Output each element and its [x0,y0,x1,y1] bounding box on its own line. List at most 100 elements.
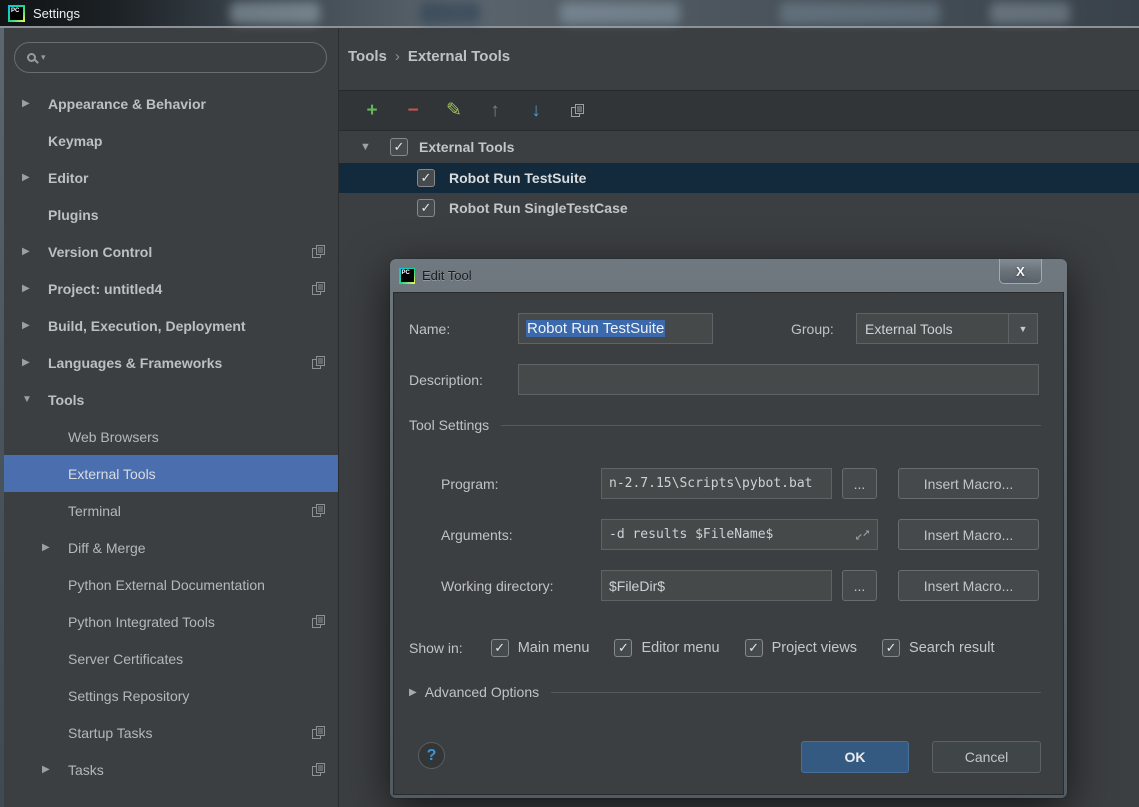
main-menu-checkbox[interactable]: ✓ [491,639,509,657]
sidebar-item-python-integrated-tools[interactable]: Python Integrated Tools [4,603,338,640]
sidebar-item-label: Web Browsers [68,429,159,445]
shared-settings-icon [311,355,326,370]
sidebar-item-build-execution-deployment[interactable]: ▶Build, Execution, Deployment [4,307,338,344]
aero-glass-blob [230,2,320,24]
section-divider [501,425,1041,426]
close-icon[interactable]: X [999,259,1042,284]
window-titlebar[interactable]: PC Settings [0,0,1139,28]
sidebar-item-server-certificates[interactable]: Server Certificates [4,640,338,677]
chevron-down-icon[interactable]: ▼ [1008,314,1037,343]
sidebar-item-version-control[interactable]: ▶Version Control [4,233,338,270]
sidebar-item-terminal[interactable]: Terminal [4,492,338,529]
dialog-titlebar[interactable]: PC Edit Tool [390,259,1067,292]
sidebar-item-label: Tools [48,392,84,408]
sidebar-item-label: Diff & Merge [68,540,146,556]
pycharm-icon: PC [8,5,25,22]
sidebar-item-tasks[interactable]: ▶Tasks [4,751,338,788]
aero-glass-blob [560,2,680,24]
program-browse-button[interactable]: ... [842,468,877,499]
expand-arrow-icon[interactable]: ▶ [22,172,48,183]
sidebar-item-tools[interactable]: ▼Tools [4,381,338,418]
tree-item-label: Robot Run TestSuite [449,170,586,186]
copy-button[interactable] [568,102,586,120]
expand-field-icon[interactable]: ↗↗ [856,528,870,542]
sidebar-item-label: External Tools [68,466,156,482]
collapse-arrow-icon[interactable]: ▼ [22,394,48,405]
editor-menu-checkbox[interactable]: ✓ [614,639,632,657]
group-label: Group: [791,313,834,344]
move-up-button[interactable]: ↑ [486,102,504,120]
expand-arrow-icon[interactable]: ▶ [22,98,48,109]
cancel-button[interactable]: Cancel [932,741,1041,773]
add-button[interactable]: + [363,102,381,120]
sidebar-item-diff-merge[interactable]: ▶Diff & Merge [4,529,338,566]
sidebar-item-web-browsers[interactable]: Web Browsers [4,418,338,455]
sidebar-item-plugins[interactable]: Plugins [4,196,338,233]
tree-root-row[interactable]: ▼ ✓ External Tools [339,131,1139,163]
sidebar-item-label: Keymap [48,133,102,149]
sidebar-item-external-tools[interactable]: External Tools [4,455,338,492]
arguments-insert-macro-button[interactable]: Insert Macro... [898,519,1039,550]
expand-arrow-icon[interactable]: ▶ [42,542,68,553]
aero-glass-blob [780,2,940,24]
sidebar-item-label: Terminal [68,503,121,519]
arguments-field[interactable]: -d results $FileName$ ↗↗ [601,519,878,550]
name-field[interactable]: Robot Run TestSuite [518,313,713,344]
sidebar-item-label: Settings Repository [68,688,189,704]
tree-root-checkbox[interactable]: ✓ [390,138,408,156]
show-in-option-label: Main menu [518,640,590,656]
tree-item-robot-run-singletestcase[interactable]: ✓Robot Run SingleTestCase [339,193,1139,223]
show-in-option-label: Project views [772,640,857,656]
sidebar-item-editor[interactable]: ▶Editor [4,159,338,196]
group-dropdown[interactable]: External Tools ▼ [856,313,1038,344]
show-in-row: Show in: ✓Main menu✓Editor menu✓Project … [409,635,994,661]
tree-item-checkbox[interactable]: ✓ [417,199,435,217]
expand-arrow-icon[interactable]: ▶ [22,246,48,257]
program-field[interactable]: n-2.7.15\Scripts\pybot.bat [601,468,832,499]
sidebar-item-label: Startup Tasks [68,725,153,741]
tool-settings-title: Tool Settings [409,417,489,433]
sidebar-item-settings-repository[interactable]: Settings Repository [4,677,338,714]
collapse-arrow-icon[interactable]: ▼ [360,141,371,153]
search-options-chevron-icon[interactable]: ▾ [41,52,46,63]
help-button[interactable]: ? [418,742,445,769]
working-directory-browse-button[interactable]: ... [842,570,877,601]
program-label: Program: [441,468,499,499]
remove-button[interactable]: − [404,102,422,120]
breadcrumb-external-tools[interactable]: External Tools [408,48,510,65]
expand-arrow-icon[interactable]: ▶ [42,764,68,775]
program-insert-macro-button[interactable]: Insert Macro... [898,468,1039,499]
sidebar-item-project-untitled4[interactable]: ▶Project: untitled4 [4,270,338,307]
tree-item-robot-run-testsuite[interactable]: ✓ Robot Run TestSuite [339,163,1139,193]
show-in-option-main-menu: ✓ Main menu [491,639,590,657]
sidebar-item-label: Plugins [48,207,99,223]
ok-button[interactable]: OK [801,741,909,773]
sidebar-item-python-external-documentation[interactable]: Python External Documentation [4,566,338,603]
edit-button[interactable]: ✎ [445,102,463,120]
sidebar-item-startup-tasks[interactable]: Startup Tasks [4,714,338,751]
breadcrumb-tools[interactable]: Tools [348,48,387,65]
description-field[interactable] [518,364,1039,395]
search-result-checkbox[interactable]: ✓ [882,639,900,657]
advanced-options-toggle[interactable]: ▶ Advanced Options [409,683,1041,701]
working-directory-insert-macro-button[interactable]: Insert Macro... [898,570,1039,601]
expand-arrow-icon[interactable]: ▶ [22,357,48,368]
show-in-option-project-views: ✓ Project views [745,639,857,657]
shared-settings-icon [311,281,326,296]
pycharm-icon: PC [399,268,415,284]
sidebar-item-languages-frameworks[interactable]: ▶Languages & Frameworks [4,344,338,381]
move-down-button[interactable]: ↓ [527,102,545,120]
settings-search-input[interactable]: ▾ [14,42,327,73]
expand-arrow-icon[interactable]: ▶ [409,687,417,698]
section-divider [551,692,1041,693]
sidebar-item-appearance-behavior[interactable]: ▶Appearance & Behavior [4,85,338,122]
working-directory-field[interactable]: $FileDir$ [601,570,832,601]
tree-item-checkbox[interactable]: ✓ [417,169,435,187]
sidebar-item-label: Languages & Frameworks [48,355,222,371]
sidebar-item-keymap[interactable]: Keymap [4,122,338,159]
project-views-checkbox[interactable]: ✓ [745,639,763,657]
show-in-option-label: Editor menu [641,640,719,656]
expand-arrow-icon[interactable]: ▶ [22,283,48,294]
expand-arrow-icon[interactable]: ▶ [22,320,48,331]
settings-sidebar: ▾ ▶Appearance & Behavior Keymap ▶Editor Plu… [4,28,338,807]
